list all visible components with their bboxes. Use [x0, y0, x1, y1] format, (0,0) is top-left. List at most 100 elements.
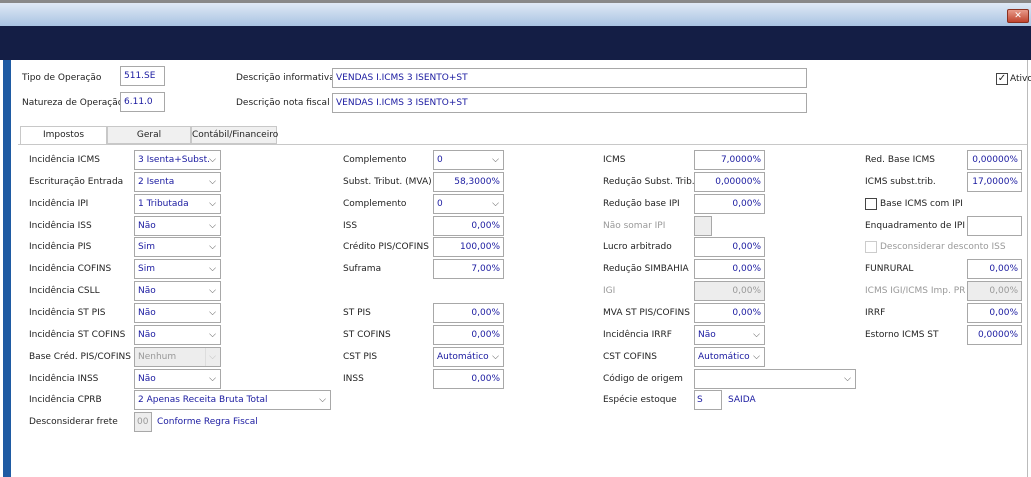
reducao-subst-trib-input[interactable]: 0,00000% [694, 171, 765, 192]
icms-input[interactable]: 7,0000% [694, 150, 765, 170]
cst-cofins-value: Automático [698, 351, 750, 362]
complemento-label: Complemento [343, 198, 407, 209]
chevron-down-icon[interactable]: ⌵ [209, 370, 216, 388]
incidencia-irrf-select[interactable]: Não ⌵ [694, 324, 765, 345]
incidencia-cofins-label: Incidência COFINS [29, 264, 112, 275]
red-base-icms-input[interactable]: 0,00000% [967, 150, 1022, 170]
lucro-arbitrado-input[interactable]: 0,00% [694, 237, 765, 258]
chevron-down-icon[interactable]: ⌵ [209, 282, 216, 300]
iss-label: ISS [343, 220, 358, 231]
lucro-arbitrado-value: 0,00% [732, 242, 761, 253]
incidencia-inss-select[interactable]: Não ⌵ [134, 368, 221, 389]
inss-input[interactable]: 0,00% [433, 368, 504, 389]
incidencia-st-pis-label: Incidência ST PIS [29, 307, 106, 318]
tab-impostos[interactable]: Impostos [20, 126, 107, 145]
incidencia-st-cofins-label: Incidência ST COFINS [29, 329, 126, 340]
chevron-down-icon[interactable]: ⌵ [209, 260, 216, 278]
incidencia-irrf-value: Não [698, 329, 716, 340]
tab-geral[interactable]: Geral [107, 126, 191, 144]
especie-estoque-input[interactable]: S [694, 390, 722, 411]
st-pis-input[interactable]: 0,00% [433, 302, 504, 323]
desconsiderar-frete-description[interactable]: Conforme Regra Fiscal [157, 416, 258, 428]
chevron-down-icon[interactable]: ⌵ [209, 195, 216, 213]
chevron-down-icon[interactable]: ⌵ [492, 151, 499, 169]
chevron-down-icon[interactable]: ⌵ [753, 348, 760, 366]
credito-pis-cofins-label: Crédito PIS/COFINS [343, 242, 429, 253]
incidencia-pis-label: Incidência PIS [29, 242, 92, 253]
especie-estoque-description: SAIDA [728, 395, 756, 406]
reducao-base-ipi-value: 0,00% [732, 198, 761, 209]
chevron-down-icon[interactable]: ⌵ [209, 326, 216, 344]
red-base-icms-label: Red. Base ICMS [865, 155, 936, 165]
incidencia-st-cofins-select[interactable]: Não ⌵ [134, 324, 221, 345]
incidencia-st-pis-select[interactable]: Não ⌵ [134, 302, 221, 323]
estorno-icms-st-input[interactable]: 0,0000% [967, 324, 1022, 345]
chevron-down-icon[interactable]: ⌵ [753, 326, 760, 344]
chevron-down-icon[interactable]: ⌵ [209, 304, 216, 322]
natureza-operacao-label: Natureza de Operação [22, 98, 124, 108]
complemento-select[interactable]: 0 ⌵ [433, 150, 504, 170]
cst-pis-select[interactable]: Automático ⌵ [433, 346, 504, 367]
incidencia-ipi-select[interactable]: 1 Tributada ⌵ [134, 193, 221, 214]
desconsiderar-desconto-iss-label: Desconsiderar desconto ISS [880, 242, 1006, 253]
tab-contabil-financeiro[interactable]: Contábil/Financeiro [191, 126, 278, 144]
nao-somar-ipi-checkbox [694, 215, 712, 236]
estorno-icms-st-label: Estorno ICMS ST [865, 329, 939, 340]
incidencia-csll-select[interactable]: Não ⌵ [134, 281, 221, 302]
incidencia-cprb-label: Incidência CPRB [29, 395, 102, 406]
complemento-value: 0 [437, 155, 443, 165]
iss-input[interactable]: 0,00% [433, 215, 504, 236]
chevron-down-icon[interactable]: ⌵ [209, 217, 216, 235]
cst-cofins-select[interactable]: Automático ⌵ [694, 346, 765, 367]
icms-subst-trib-input[interactable]: 17,0000% [967, 171, 1022, 192]
chevron-down-icon[interactable]: ⌵ [205, 347, 216, 366]
base-cred-pis-cofins-select: Nenhum ⌵ [134, 346, 221, 367]
funrural-value: 0,00% [989, 264, 1018, 275]
cst-pis-label: CST PIS [343, 351, 378, 362]
escrituracao-entrada-select[interactable]: 2 Isenta ⌵ [134, 171, 221, 192]
chevron-down-icon[interactable]: ⌵ [319, 391, 326, 409]
incidencia-cprb-select[interactable]: 2 Apenas Receita Bruta Total ⌵ [134, 390, 331, 411]
close-button[interactable]: ✕ [1007, 9, 1029, 23]
incidencia-icms-value: 3 Isenta+Subst. [138, 155, 210, 165]
reducao-simbahia-input[interactable]: 0,00% [694, 259, 765, 280]
descricao-informativa-label: Descrição informativa [236, 73, 335, 83]
desconsiderar-frete-label: Desconsiderar frete [29, 417, 118, 428]
ativo-checkbox[interactable]: ✓ [996, 73, 1008, 85]
chevron-down-icon[interactable]: ⌵ [209, 173, 216, 191]
reducao-base-ipi-input[interactable]: 0,00% [694, 193, 765, 214]
suframa-input[interactable]: 7,00% [433, 259, 504, 280]
natureza-operacao-input[interactable]: 6.11.0 [120, 92, 165, 112]
mva-st-pis-cofins-input[interactable]: 0,00% [694, 302, 765, 323]
incidencia-icms-select[interactable]: 3 Isenta+Subst. ⌵ [134, 150, 221, 170]
incidencia-pis-select[interactable]: Sim ⌵ [134, 237, 221, 258]
complemento-value: 0 [437, 198, 443, 209]
funrural-input[interactable]: 0,00% [967, 259, 1022, 280]
title-bar: ✕ [0, 0, 1031, 26]
incidencia-cofins-select[interactable]: Sim ⌵ [134, 259, 221, 280]
complemento-select[interactable]: 0 ⌵ [433, 193, 504, 214]
chevron-down-icon[interactable]: ⌵ [492, 195, 499, 213]
descricao-nota-fiscal-input[interactable]: VENDAS I.ICMS 3 ISENTO+ST [332, 93, 807, 113]
tipo-operacao-input[interactable]: 511.SE [120, 66, 165, 86]
credito-pis-cofins-input[interactable]: 100,00% [433, 237, 504, 258]
base-cred-pis-cofins-value: Nenhum [138, 351, 177, 362]
irrf-input[interactable]: 0,00% [967, 302, 1022, 323]
descricao-informativa-input[interactable]: VENDAS I.ICMS 3 ISENTO+ST [332, 68, 807, 88]
subst-tribut-mva-input[interactable]: 58,3000% [433, 171, 504, 192]
chevron-down-icon[interactable]: ⌵ [492, 348, 499, 366]
incidencia-csll-value: Não [138, 286, 156, 297]
base-icms-com-ipi-checkbox[interactable] [865, 197, 877, 210]
chevron-down-icon[interactable]: ⌵ [209, 238, 216, 256]
codigo-de-origem-select[interactable]: ⌵ [694, 368, 856, 389]
right-border [1027, 60, 1028, 477]
especie-estoque-label: Espécie estoque [603, 395, 677, 406]
st-pis-label: ST PIS [343, 307, 371, 318]
st-cofins-input[interactable]: 0,00% [433, 324, 504, 345]
enquadramento-de-ipi-input[interactable] [967, 215, 1022, 236]
irrf-label: IRRF [865, 307, 886, 318]
incidencia-iss-select[interactable]: Não ⌵ [134, 215, 221, 236]
chevron-down-icon[interactable]: ⌵ [844, 370, 851, 388]
chevron-down-icon[interactable]: ⌵ [209, 151, 216, 169]
mva-st-pis-cofins-value: 0,00% [732, 307, 761, 318]
